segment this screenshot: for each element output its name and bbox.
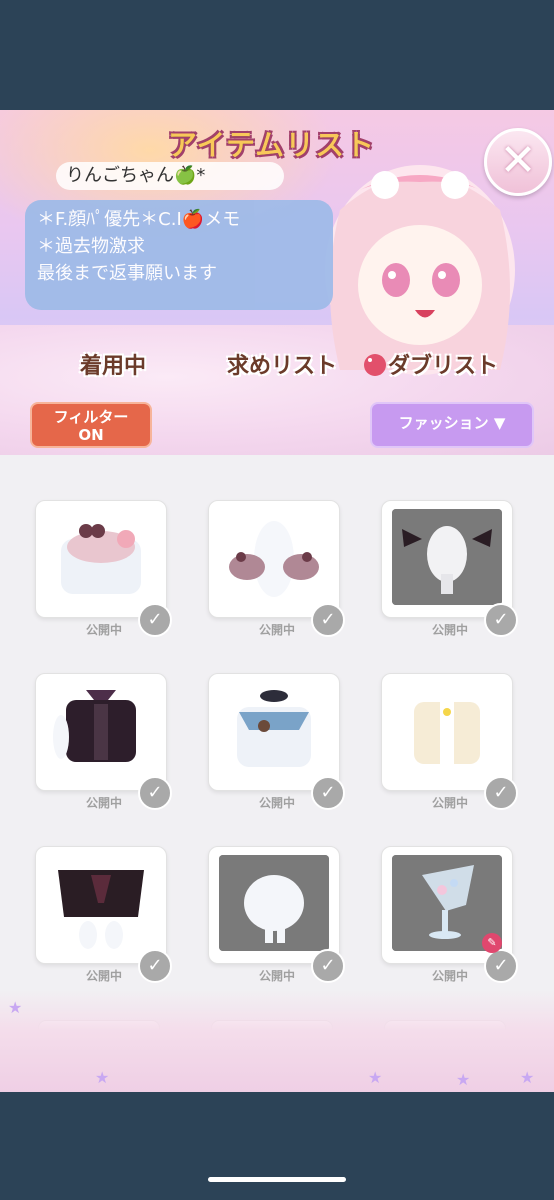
item-thumbnail: [414, 702, 480, 764]
memo-line: ＊過去物激求: [37, 236, 145, 257]
star-decoration-icon: ★: [95, 1068, 110, 1087]
item-thumbnail: [53, 690, 136, 762]
filter-label: フィルター: [53, 408, 129, 426]
tab-duplicate-list[interactable]: ダブリスト: [388, 348, 498, 380]
item-thumbnail: [58, 870, 144, 949]
item-card[interactable]: [35, 500, 167, 618]
item-status: 公開中: [432, 969, 469, 983]
item-list-panel: アイテムリスト ✕ りんごちゃん🍏* ＊F.顔ﾊﾟ優先＊C.I🍎メモ ＊過去物激…: [0, 110, 554, 1092]
item-card[interactable]: [208, 500, 340, 618]
item-status: 公開中: [259, 623, 296, 637]
memo-line: 最後まで返事願います: [37, 263, 217, 284]
item-thumbnail: [229, 521, 319, 597]
tab-wearing[interactable]: 着用中: [80, 348, 146, 380]
item-card[interactable]: [35, 673, 167, 791]
star-decoration-icon: ★: [456, 1070, 471, 1089]
item-thumbnail: [219, 855, 329, 951]
check-icon[interactable]: ✓: [311, 776, 345, 810]
memo-line: ＊F.顔ﾊﾟ優先＊C.I🍎メモ: [37, 209, 241, 230]
item-card[interactable]: [381, 673, 513, 791]
item-status: 公開中: [86, 623, 123, 637]
header: アイテムリスト ✕ りんごちゃん🍏* ＊F.顔ﾊﾟ優先＊C.I🍎メモ ＊過去物激…: [0, 110, 554, 455]
home-indicator[interactable]: [208, 1177, 346, 1182]
item-status: 公開中: [86, 796, 123, 810]
check-icon[interactable]: ✓: [311, 949, 345, 983]
username-label: りんごちゃん🍏*: [56, 162, 284, 190]
pencil-badge-icon: ✎: [482, 933, 502, 953]
item-thumbnail: [61, 524, 141, 594]
item-thumbnail: [237, 690, 311, 767]
item-status: 公開中: [259, 796, 296, 810]
item-card[interactable]: [381, 500, 513, 618]
check-icon[interactable]: ✓: [311, 603, 345, 637]
tab-wishlist[interactable]: 求めリスト: [227, 348, 337, 380]
profile-memo: ＊F.顔ﾊﾟ優先＊C.I🍎メモ ＊過去物激求 最後まで返事願います: [25, 200, 333, 310]
item-card[interactable]: [208, 673, 340, 791]
item-thumbnail: [392, 509, 502, 605]
check-icon[interactable]: ✓: [484, 776, 518, 810]
close-button[interactable]: ✕: [484, 128, 552, 196]
filter-button[interactable]: フィルター ON: [30, 402, 152, 448]
item-card[interactable]: [35, 846, 167, 964]
check-icon[interactable]: ✓: [138, 776, 172, 810]
close-icon: ✕: [499, 135, 537, 186]
page-title: アイテムリスト: [168, 128, 376, 162]
check-icon[interactable]: ✓: [138, 603, 172, 637]
item-status: 公開中: [432, 796, 469, 810]
item-status: 公開中: [86, 969, 123, 983]
category-dropdown[interactable]: ファッション ▼: [370, 402, 534, 448]
item-status: 公開中: [259, 969, 296, 983]
star-decoration-icon: ★: [368, 1068, 383, 1087]
check-icon[interactable]: ✓: [138, 949, 172, 983]
check-icon[interactable]: ✓: [484, 949, 518, 983]
check-icon[interactable]: ✓: [484, 603, 518, 637]
bottom-cloud-decoration: [0, 990, 554, 1092]
item-card[interactable]: [208, 846, 340, 964]
filter-state: ON: [78, 426, 104, 444]
item-grid: 公開中 ✓ 公開中 ✓ 公開中 ✓ 公開中 ✓ 公開中 ✓ 公開中 ✓ 公開中 …: [0, 455, 554, 1055]
star-decoration-icon: ★: [8, 998, 23, 1017]
star-decoration-icon: ★: [520, 1068, 535, 1087]
item-status: 公開中: [432, 623, 469, 637]
